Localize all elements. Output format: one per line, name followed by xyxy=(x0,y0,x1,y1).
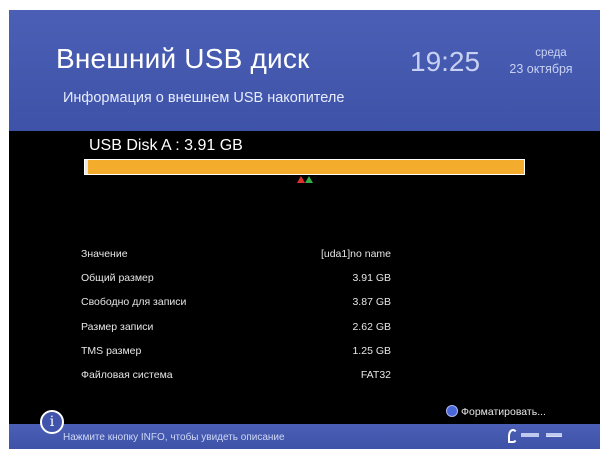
header: Внешний USB диск Информация о внешнем US… xyxy=(9,10,600,131)
info-value: FAT32 xyxy=(360,368,391,381)
date: 23 октября xyxy=(509,62,573,76)
record-marker-red xyxy=(297,176,305,183)
info-row: Общий размер 3.91 GB xyxy=(81,272,391,296)
info-key: Свободно для записи xyxy=(81,296,187,309)
help-hint: Нажмите кнопку INFO, чтобы увидеть описа… xyxy=(63,432,285,443)
disk-info-table: Значение [uda1]no name Общий размер 3.91… xyxy=(81,248,391,393)
info-row: TMS размер 1.25 GB xyxy=(81,345,391,369)
info-key: Файловая система xyxy=(81,368,173,381)
weekday: среда xyxy=(535,47,567,59)
disk-usage-bar xyxy=(84,159,525,175)
screen: Внешний USB диск Информация о внешнем US… xyxy=(9,10,600,449)
info-key: Общий размер xyxy=(81,272,154,285)
info-row: Значение [uda1]no name xyxy=(81,248,391,272)
page-subtitle: Информация о внешнем USB накопителе xyxy=(63,90,345,106)
disk-label: USB Disk A : 3.91 GB xyxy=(89,137,243,154)
info-icon[interactable]: i xyxy=(40,410,64,434)
disk-usage-used xyxy=(84,159,88,175)
clock: 19:25 xyxy=(410,46,481,77)
info-key: Значение xyxy=(81,248,128,260)
info-value: 1.25 GB xyxy=(352,344,391,357)
info-value: 3.87 GB xyxy=(352,296,391,309)
blue-button-icon[interactable] xyxy=(446,405,458,417)
logo-link xyxy=(546,433,562,437)
info-row: Файловая система FAT32 xyxy=(81,369,391,393)
operator-logo xyxy=(508,429,568,443)
info-key: Размер записи xyxy=(81,320,154,333)
info-key: TMS размер xyxy=(81,344,142,357)
info-value: 2.62 GB xyxy=(352,320,391,333)
tms-marker-green xyxy=(305,176,313,183)
logo-mark-icon xyxy=(508,429,518,443)
info-row: Размер записи 2.62 GB xyxy=(81,321,391,345)
info-value: 3.91 GB xyxy=(352,272,391,285)
info-row: Свободно для записи 3.87 GB xyxy=(81,296,391,320)
logo-text xyxy=(521,433,539,437)
info-value: [uda1]no name xyxy=(320,248,391,260)
format-button[interactable]: Форматировать... xyxy=(461,406,546,418)
page-title: Внешний USB диск xyxy=(56,43,310,74)
